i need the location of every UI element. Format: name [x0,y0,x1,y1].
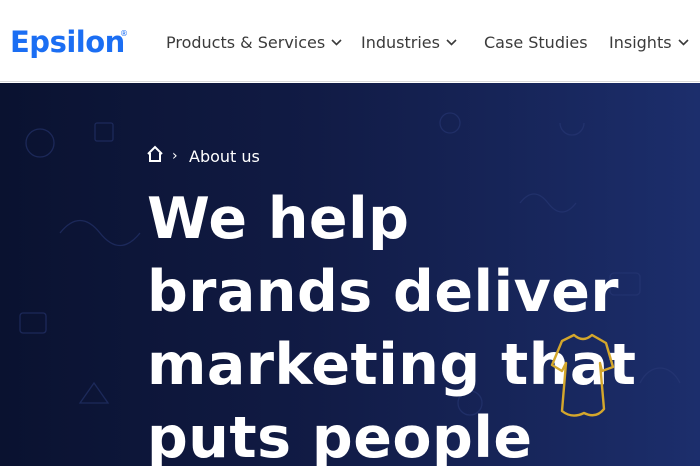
nav-item-label: Products & Services [166,33,326,52]
nav-item-case-studies[interactable]: Case Studies [484,31,588,55]
home-icon[interactable] [146,145,164,163]
epsilon-logo[interactable]: Epsilon [10,22,125,62]
breadcrumb-separator: › [172,148,178,164]
hero-section: › About us We help brands deliver market… [0,83,700,466]
nav-item-industries[interactable]: Industries [361,31,457,55]
headline-line: We help [147,186,410,252]
nav-item-label: Insights [609,33,672,52]
chevron-down-icon [446,39,457,46]
nav-item-products-services[interactable]: Products & Services [166,31,342,55]
chevron-down-icon [331,39,342,46]
nav-item-label: Case Studies [484,33,588,52]
breadcrumb-current: About us [189,147,260,166]
headline-line: brands deliver [147,259,619,325]
chevron-down-icon [677,39,689,46]
nav-item-insights[interactable]: Insights [609,31,689,55]
site-header: Epsilon ® Products & Services Industries… [0,0,700,82]
dress-icon [550,333,615,417]
nav-item-label: Industries [361,33,440,52]
registered-mark: ® [120,29,128,38]
